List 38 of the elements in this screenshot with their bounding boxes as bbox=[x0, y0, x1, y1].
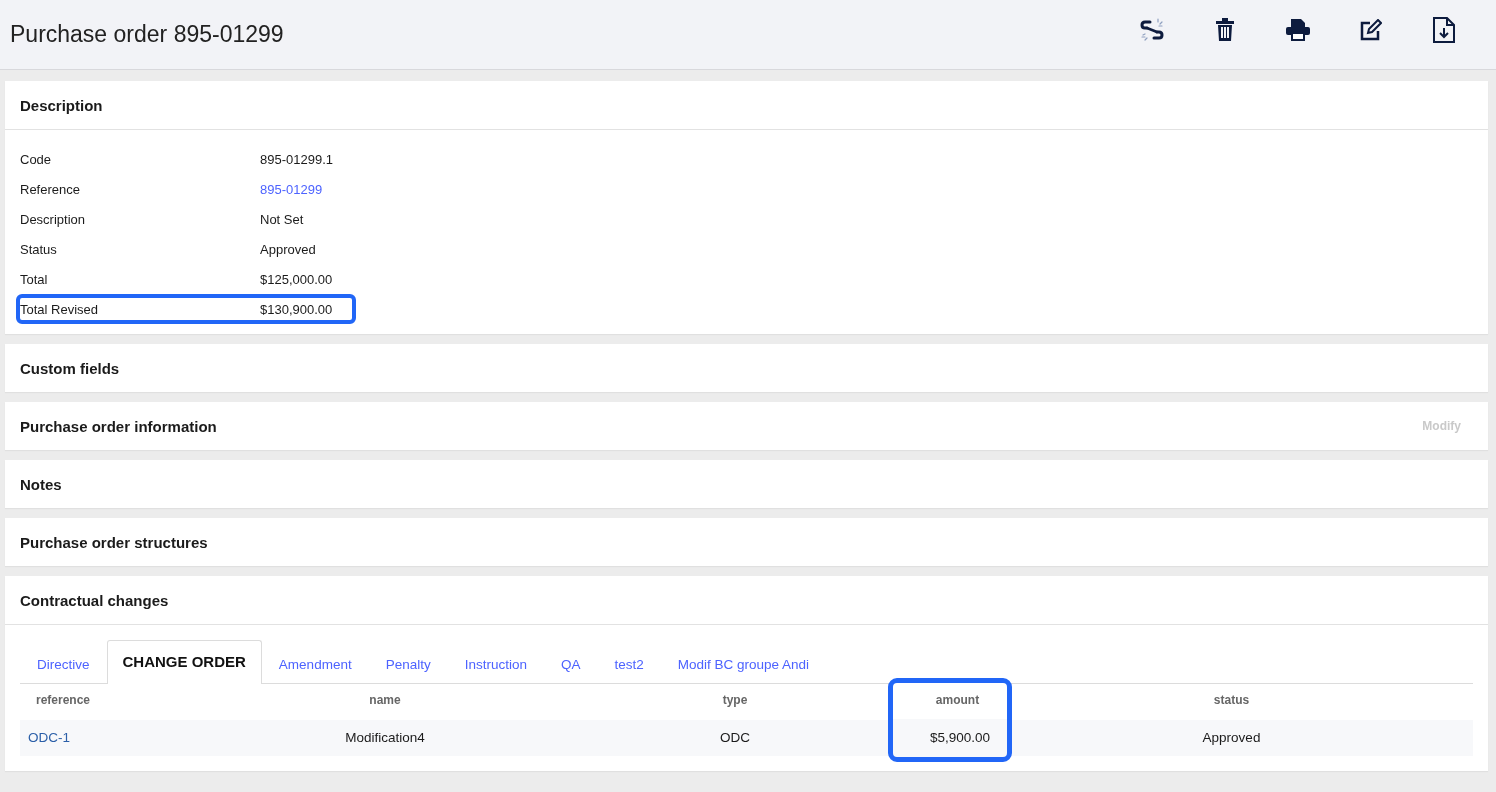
field-label: Status bbox=[20, 241, 58, 257]
reference-link[interactable]: ODC-1 bbox=[20, 720, 220, 756]
tab[interactable]: test2 bbox=[597, 644, 661, 684]
download-icon[interactable] bbox=[1430, 15, 1458, 44]
table-cell-text: ODC bbox=[719, 729, 751, 747]
tab[interactable]: Penalty bbox=[368, 644, 448, 684]
section-title: Purchase order information bbox=[20, 417, 217, 435]
table-cell-text: Modification4 bbox=[344, 729, 426, 747]
tab[interactable]: Modif BC groupe Andi bbox=[660, 644, 827, 684]
column-header: name bbox=[368, 692, 402, 709]
page-title: Purchase order 895-01299 bbox=[10, 21, 284, 48]
table-cell-text: Approved bbox=[1201, 729, 1262, 747]
column-header: reference bbox=[35, 692, 92, 709]
field-label: Total bbox=[20, 271, 49, 287]
section-title: Custom fields bbox=[20, 359, 120, 377]
reference-link[interactable]: 895-01299 bbox=[260, 181, 323, 197]
section-title: Notes bbox=[20, 475, 62, 493]
tab[interactable]: Instruction bbox=[447, 644, 544, 684]
section-title: Purchase order structures bbox=[20, 533, 208, 551]
column-header: type bbox=[721, 692, 749, 709]
field-value: Not Set bbox=[260, 211, 304, 227]
field-label: Reference bbox=[20, 181, 81, 197]
section-title: Contractual changes bbox=[20, 591, 169, 609]
field-label: Total Revised bbox=[20, 301, 100, 317]
field-value: $125,000.00 bbox=[260, 271, 333, 287]
field-value: Approved bbox=[260, 241, 316, 257]
section-title: Description bbox=[20, 96, 103, 114]
field-value: $130,900.00 bbox=[260, 301, 333, 317]
field-value: 895-01299.1 bbox=[260, 151, 333, 167]
tab[interactable]: CHANGE ORDER bbox=[106, 640, 262, 684]
tab[interactable]: QA bbox=[543, 644, 598, 684]
column-header: amount bbox=[934, 692, 981, 709]
column-header: status bbox=[1212, 692, 1251, 709]
field-label: Description bbox=[20, 211, 87, 227]
tab[interactable]: Directive bbox=[20, 644, 107, 684]
field-label: Code bbox=[20, 151, 53, 167]
table-cell-text: $5,900.00 bbox=[928, 729, 991, 747]
tab[interactable]: Amendment bbox=[261, 644, 369, 684]
